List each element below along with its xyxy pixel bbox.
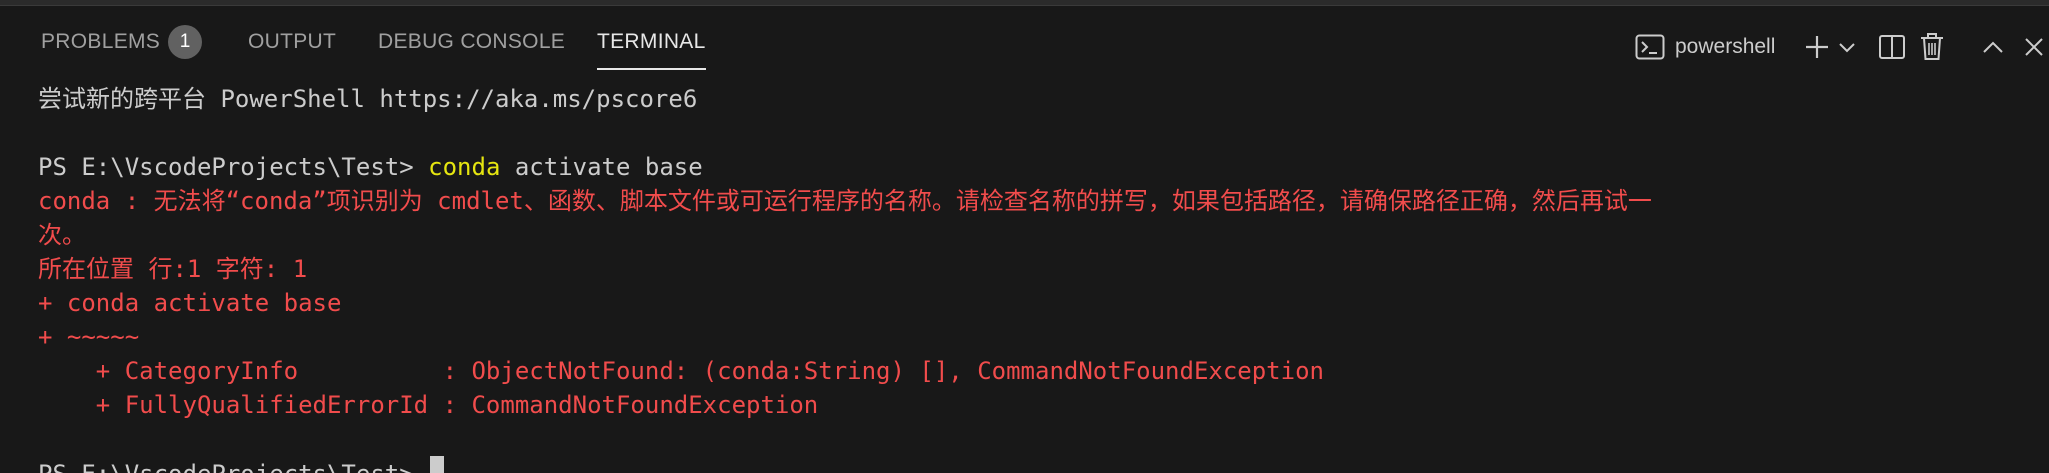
split-icon — [1878, 33, 1906, 61]
terminal-output[interactable]: 尝试新的跨平台 PowerShell https://aka.ms/pscore… — [38, 80, 2038, 473]
prompt: PS E:\VscodeProjects\Test> — [38, 460, 428, 473]
shell-name: powershell — [1675, 35, 1776, 58]
error-line: 次。 — [38, 221, 86, 249]
panel-tab-bar: PROBLEMS 1 OUTPUT DEBUG CONSOLE TERMINAL… — [0, 6, 2049, 76]
error-line: conda : 无法将“conda”项识别为 cmdlet、函数、脚本文件或可运… — [38, 187, 1652, 215]
terminal-line-banner: 尝试新的跨平台 PowerShell https://aka.ms/pscore… — [38, 85, 698, 113]
terminal-icon — [1635, 34, 1665, 60]
chevron-down-icon — [1838, 40, 1856, 54]
plus-icon — [1803, 33, 1831, 61]
error-line: + ~~~~~ — [38, 323, 140, 351]
close-panel-button[interactable] — [2022, 12, 2049, 82]
kill-terminal-button[interactable] — [1914, 12, 1950, 82]
shell-selector[interactable]: powershell — [1635, 12, 1805, 82]
split-terminal-button[interactable] — [1874, 12, 1910, 82]
command-name: conda — [428, 153, 501, 181]
tab-debug-console[interactable]: DEBUG CONSOLE — [378, 28, 565, 56]
error-line: + CategoryInfo : ObjectNotFound: (conda:… — [38, 357, 1324, 385]
tab-terminal[interactable]: TERMINAL — [597, 28, 706, 70]
problems-count-badge: 1 — [168, 25, 202, 59]
terminal-actions: powershell — [1630, 12, 2049, 82]
trash-icon — [1919, 32, 1945, 62]
chevron-up-icon — [1981, 39, 2005, 55]
command-args: activate base — [500, 153, 703, 181]
terminal-dropdown-button[interactable] — [1834, 12, 1860, 82]
tab-output[interactable]: OUTPUT — [248, 28, 336, 56]
new-terminal-button[interactable] — [1800, 12, 1834, 82]
error-line: + conda activate base — [38, 289, 342, 317]
error-line: + FullyQualifiedErrorId : CommandNotFoun… — [38, 391, 819, 419]
active-tab-underline — [597, 68, 706, 70]
terminal-cursor — [430, 456, 445, 473]
terminal-line-prompt: PS E:\VscodeProjects\Test> — [38, 456, 445, 473]
terminal-line-command: PS E:\VscodeProjects\Test> conda activat… — [38, 150, 703, 184]
close-icon — [2022, 35, 2046, 59]
error-line: 所在位置 行:1 字符: 1 — [38, 255, 308, 283]
prompt: PS E:\VscodeProjects\Test> — [38, 153, 429, 181]
tab-terminal-label: TERMINAL — [597, 30, 706, 53]
tab-problems[interactable]: PROBLEMS — [41, 28, 160, 56]
maximize-panel-button[interactable] — [1976, 12, 2010, 82]
